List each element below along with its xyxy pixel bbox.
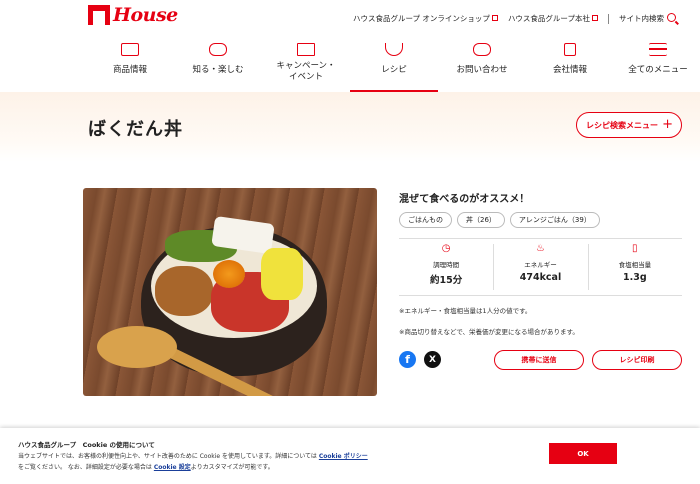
nutrition-note: ※エネルギー・食塩相当量は1人分の値です。 [399,307,532,315]
print-recipe-button[interactable]: レシピ印刷 [592,350,682,370]
site-search-button[interactable]: サイト内検索 [619,13,676,24]
recipe-catchphrase: 混ぜて食べるのがオススメ！ [399,194,530,205]
stat-label: エネルギー [524,261,557,269]
nav-label: 商品情報 [112,65,147,75]
nav-item-contact[interactable]: お問い合わせ [438,38,526,92]
stat-label: 調理時間 [433,261,460,269]
plus-icon: + [662,117,673,132]
cookie-text: 当ウェブサイトでは、お客様の利便性向上や、サイト改善のために Cookie を使… [18,451,488,473]
tag-link[interactable]: ごはんもの [399,212,452,228]
cookie-settings-link[interactable]: Cookie 設定 [154,464,191,471]
cookie-title: ハウス食品グループ Cookie の使用について [18,441,155,449]
recipe-tags: ごはんもの 丼（26） アレンジごはん（39） [399,212,600,228]
facebook-share-icon[interactable]: f [399,351,416,368]
external-link-icon [491,15,498,21]
nav-label: お問い合わせ [456,65,508,75]
stat-value: 474kcal [519,272,562,283]
nav-label: 知る・楽しむ [192,65,244,75]
company-icon [564,43,576,56]
salt-equivalent: ▯ 食塩相当量 1.3g [587,239,682,295]
send-to-mobile-button[interactable]: 携帯に送信 [494,350,584,370]
nav-item-recipe[interactable]: レシピ [350,38,438,92]
contact-icon [473,43,491,56]
salt-shaker-icon: ▯ [632,243,638,254]
house-logo-mark-icon [88,5,110,25]
spoon-shape [97,326,177,368]
recipe-icon [385,43,403,56]
search-icon [667,13,676,22]
recipe-stats: ◷ 調理時間 約15分 ♨ エネルギー 474kcal ▯ 食塩相当量 1.3g [399,238,682,296]
global-nav: 商品情報 知る・楽しむ キャンペーン・ イベント レシピ お問い合わせ 会社情報… [86,38,700,92]
recipe-photo [83,188,377,396]
nav-item-company[interactable]: 会社情報 [526,38,614,92]
cookie-text-part: 当ウェブサイトでは、お客様の利便性向上や、サイト改善のために Cookie を使… [18,453,317,460]
button-label: レシピ検索メニュー [586,120,658,130]
nav-item-campaign[interactable]: キャンペーン・ イベント [262,38,350,92]
nav-item-learn[interactable]: 知る・楽しむ [174,38,262,92]
flame-icon: ♨ [536,243,545,254]
logo-text: House [113,4,178,26]
divider [608,13,609,24]
corporate-link[interactable]: ハウス食品グループ本社 [508,13,598,24]
cookie-text-part: よりカスタマイズが可能です。 [190,464,274,471]
house-logo[interactable]: House [88,4,178,26]
nav-label: 会社情報 [552,65,587,75]
egg-yolk-shape [213,260,245,288]
learn-icon [209,43,227,56]
pickle-shape [261,248,303,300]
cookie-policy-link[interactable]: Cookie ポリシー [319,453,368,460]
cookie-text-part: をご覧ください。 なお、詳細設定が必要な場合は [18,464,152,471]
energy: ♨ エネルギー 474kcal [493,239,587,295]
nutrition-change-note: ※商品切り替えなどで、栄養価が変更になる場合があります。 [399,328,579,336]
top-header: House ハウス食品グループ オンラインショップ ハウス食品グループ本社 サイ… [0,0,700,34]
stat-value: 1.3g [623,272,647,283]
nav-item-products[interactable]: 商品情報 [86,38,174,92]
campaign-icon [297,43,315,56]
nav-label: 全てのメニュー [628,65,688,75]
clock-icon: ◷ [441,243,451,254]
online-shop-link[interactable]: ハウス食品グループ オンラインショップ [353,13,498,24]
page-title: ばくだん丼 [88,119,183,140]
natto-shape [155,266,213,316]
stat-value: 約15分 [430,275,463,286]
nav-item-all-menu[interactable]: 全てのメニュー [614,38,700,92]
products-icon [121,43,139,56]
tag-link[interactable]: 丼（26） [457,212,505,228]
cookie-ok-button[interactable]: OK [549,443,617,464]
stat-label: 食塩相当量 [618,261,652,269]
top-links: ハウス食品グループ オンラインショップ ハウス食品グループ本社 サイト内検索 [353,13,676,24]
cooking-time: ◷ 調理時間 約15分 [399,239,493,295]
hamburger-menu-icon [649,43,667,56]
recipe-search-menu-button[interactable]: レシピ検索メニュー + [576,112,682,138]
external-link-icon [592,15,598,21]
nav-label: キャンペーン・ イベント [276,61,336,82]
tag-link[interactable]: アレンジごはん（39） [509,212,600,228]
x-share-icon[interactable]: X [424,351,441,368]
nav-label: レシピ [381,65,407,75]
